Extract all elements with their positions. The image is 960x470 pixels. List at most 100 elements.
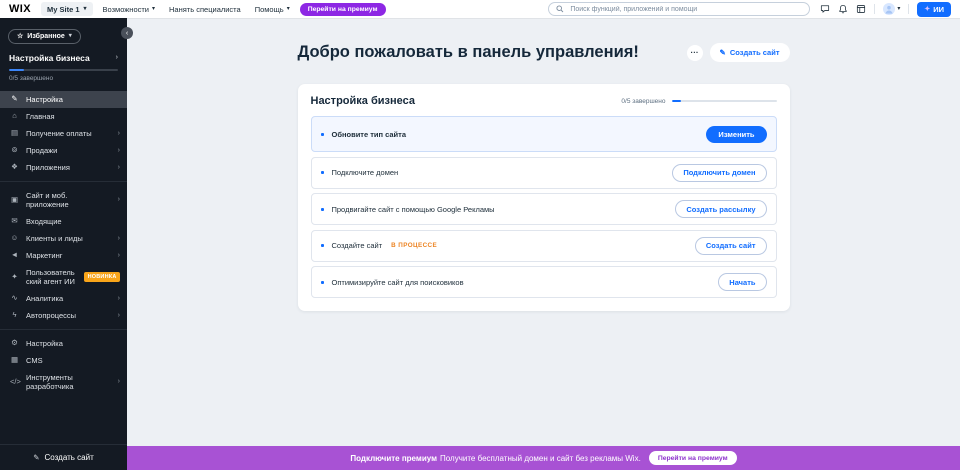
chat-icon[interactable] (820, 4, 830, 14)
sidebar-item[interactable]: ▣ Сайт и моб. приложение › (0, 187, 127, 213)
sidebar-item-label: Клиенты и лиды (26, 234, 111, 243)
sidebar-item[interactable]: </> Инструменты разработчика › (0, 369, 127, 395)
favorites-label: Избранное (27, 33, 64, 40)
business-setup-summary: Настройка бизнеса › 0/5 завершено (0, 51, 127, 84)
sidebar-item[interactable]: ⚙ Настройка (0, 335, 127, 352)
sidebar-create-site-button[interactable]: ✎ Создать сайт (0, 444, 127, 470)
sidebar-item-label: Пользовательский агент ИИ (26, 268, 77, 286)
chevron-down-icon: ▾ (69, 33, 72, 39)
search-bar[interactable] (548, 2, 810, 16)
ai-assistant-button[interactable]: ✦ ИИ (917, 2, 951, 17)
upgrade-premium-button[interactable]: Перейти на премиум (300, 3, 386, 16)
card-header: Настройка бизнеса 0/5 завершено (311, 95, 777, 107)
card-progress-bar (672, 100, 777, 103)
sidebar-divider (0, 181, 127, 182)
task-row[interactable]: Продвигайте сайт с помощью Google Реклам… (311, 193, 777, 225)
sidebar-item-label: Настройка (26, 339, 120, 348)
sidebar-item-label: Сайт и моб. приложение (26, 191, 111, 209)
divider (874, 4, 875, 14)
chevron-right-icon: › (118, 235, 120, 242)
chevron-right-icon: › (118, 295, 120, 302)
task-action-button[interactable]: Создать рассылку (675, 200, 766, 218)
search-input[interactable] (568, 5, 802, 14)
sidebar-item[interactable]: ∿ Аналитика › (0, 290, 127, 307)
business-setup-link[interactable]: Настройка бизнеса › (9, 53, 118, 63)
sidebar-item[interactable]: ⌂ Главная (0, 108, 127, 125)
sidebar-item[interactable]: ⊚ Продажи › (0, 142, 127, 159)
task-label: Продвигайте сайт с помощью Google Реклам… (332, 205, 495, 214)
ai-sparkle-icon: ✦ (10, 273, 19, 281)
task-bullet-icon (321, 133, 324, 136)
nav-item-label: Помощь (255, 5, 284, 14)
site-selector[interactable]: My Site 1 ▾ (41, 2, 93, 16)
task-action-button[interactable]: Изменить (706, 126, 766, 143)
sidebar-item[interactable]: ◄ Маркетинг › (0, 247, 127, 264)
topbar-icons: ▾ ✦ ИИ (820, 2, 951, 17)
task-row[interactable]: Подключите домен Подключить домен (311, 157, 777, 189)
setup-progress-label: 0/5 завершено (9, 75, 118, 84)
topbar: WIX My Site 1 ▾ Возможности ▾ Нанять спе… (0, 0, 960, 18)
sidebar-item[interactable]: ✦ Пользовательский агент ИИ НОВИНКА (0, 264, 127, 290)
topbar-nav-item[interactable]: Нанять специалиста (169, 5, 241, 14)
sidebar-item-label: Входящие (26, 217, 120, 226)
chevron-down-icon: ▾ (897, 6, 900, 12)
marketing-icon: ◄ (10, 251, 19, 259)
task-bullet-icon (321, 171, 324, 174)
setup-title: Настройка бизнеса (9, 53, 90, 63)
new-badge: НОВИНКА (84, 272, 120, 282)
dashboard-panel-icon[interactable] (856, 4, 866, 14)
sidebar-item[interactable]: ▤ Получение оплаты › (0, 125, 127, 142)
task-row[interactable]: Оптимизируйте сайт для поисковиков Начат… (311, 266, 777, 298)
task-row[interactable]: Создайте сайт В ПРОЦЕССЕ Создать сайт (311, 230, 777, 262)
create-site-label: Создать сайт (45, 453, 94, 462)
topbar-nav: Возможности ▾ Нанять специалиста Помощь … (103, 5, 290, 14)
sidebar-item-label: Главная (26, 112, 120, 121)
task-label: Создайте сайт (332, 241, 383, 250)
setup-task-list: Обновите тип сайта Изменить Подключите д… (311, 116, 777, 298)
notifications-bell-icon[interactable] (838, 4, 848, 14)
sidebar-collapse-button[interactable]: ‹ (121, 27, 133, 39)
sidebar-item[interactable]: ▦ CMS (0, 352, 127, 369)
task-action-button[interactable]: Начать (718, 273, 766, 291)
gear-icon: ⚙ (10, 339, 19, 347)
sidebar-item[interactable]: ✎ Настройка (0, 91, 127, 108)
more-options-button[interactable]: ··· (687, 45, 703, 61)
sidebar-item-label: Аналитика (26, 294, 111, 303)
chevron-down-icon: ▾ (287, 6, 290, 12)
sparkle-icon: ✦ (924, 6, 930, 13)
sidebar-item-label: Настройка (26, 95, 120, 104)
task-row[interactable]: Обновите тип сайта Изменить (311, 116, 777, 152)
page-title: Добро пожаловать в панель управления! (298, 43, 639, 62)
task-bullet-icon (321, 244, 324, 247)
task-bullet-icon (321, 208, 324, 211)
topbar-nav-item[interactable]: Возможности ▾ (103, 5, 156, 14)
create-site-button[interactable]: ✎ Создать сайт (710, 43, 790, 62)
sales-icon: ⊚ (10, 146, 19, 154)
invoice-icon: ▤ (10, 129, 19, 137)
task-label: Оптимизируйте сайт для поисковиков (332, 278, 464, 287)
account-menu[interactable]: ▾ (883, 3, 900, 15)
business-setup-card: Настройка бизнеса 0/5 завершено Обновите… (298, 84, 790, 311)
card-progress-fill (672, 100, 681, 103)
contacts-icon: ☺ (10, 234, 19, 242)
favorites-button[interactable]: ☆ Избранное ▾ (8, 29, 81, 44)
sidebar-item[interactable]: ❖ Приложения › (0, 159, 127, 176)
sidebar-item-label: Автопроцессы (26, 311, 111, 320)
chevron-right-icon: › (116, 54, 118, 61)
sidebar-item[interactable]: ☺ Клиенты и лиды › (0, 230, 127, 247)
chevron-right-icon: › (118, 130, 120, 137)
sidebar-item-label: Продажи (26, 146, 111, 155)
sidebar-item[interactable]: ϟ Автопроцессы › (0, 307, 127, 324)
wix-logo[interactable]: WIX (9, 3, 31, 15)
sidebar-item[interactable]: ✉ Входящие (0, 213, 127, 230)
card-progress: 0/5 завершено (621, 98, 776, 105)
task-action-button[interactable]: Подключить домен (672, 164, 766, 182)
card-title: Настройка бизнеса (311, 95, 415, 107)
site-selector-label: My Site 1 (47, 5, 80, 14)
footer-premium-button[interactable]: Перейти на премиум (649, 451, 737, 465)
cms-icon: ▦ (10, 356, 19, 364)
topbar-nav-item[interactable]: Помощь ▾ (255, 5, 290, 14)
task-label: Обновите тип сайта (332, 130, 407, 139)
task-action-button[interactable]: Создать сайт (695, 237, 767, 255)
divider (908, 4, 909, 14)
